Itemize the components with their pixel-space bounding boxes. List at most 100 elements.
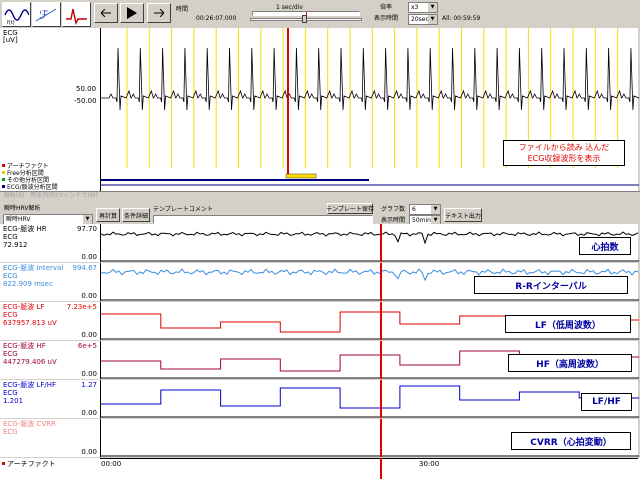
current-time: 00:26:07.000 bbox=[196, 15, 237, 22]
chart-6-label-panel: ECG-脈波 CVRR ECG 0.00 bbox=[0, 419, 100, 457]
trend-graph bbox=[101, 380, 639, 418]
bottom-cursor bbox=[380, 458, 382, 479]
arrow-left-icon bbox=[101, 9, 111, 17]
chart-1-label-panel: ECG-脈波 HR ECG 72.912 97.70 0.00 bbox=[0, 224, 100, 262]
chart-value: 1.201 bbox=[3, 397, 24, 405]
chart-series-line bbox=[101, 385, 639, 409]
chart-annotation: LF（低周波数） bbox=[505, 315, 631, 333]
divider-menu-label: 解析(S) 時系列(R)ウィンドウ(W) bbox=[4, 192, 98, 199]
chart-title: ECG-脈波 HF bbox=[3, 342, 46, 350]
trend-graph bbox=[100, 224, 639, 262]
chart-4-label-panel: ECG-脈波 HF ECG 447279.406 uV 6e+5 0.00 bbox=[0, 341, 100, 379]
ecg-annotation: ファイルから読み 込んだ ECG収録波形を表示 bbox=[503, 140, 625, 166]
chart-source: ECG bbox=[3, 233, 18, 241]
display-time-select[interactable]: 20sec bbox=[408, 14, 438, 25]
play-button[interactable] bbox=[120, 3, 144, 23]
chart-ymin: 0.00 bbox=[81, 370, 97, 378]
graph-count-select[interactable]: 6 bbox=[409, 204, 441, 215]
chart-annotation: HF（高周波数） bbox=[508, 354, 632, 372]
template-save-button[interactable]: テンプレート保存 bbox=[326, 203, 374, 214]
ecg-annotation-line1: ファイルから読み 込んだ bbox=[518, 143, 610, 152]
chart-annotation: R-Rインターバル bbox=[474, 276, 628, 294]
chart-source: ECG bbox=[3, 389, 18, 397]
total-time: All: 00:59:59 bbox=[442, 15, 481, 22]
chart-annotation: LF/HF bbox=[581, 393, 632, 411]
chart-5-label-panel: ECG-脈波 LF/HF ECG 1.201 1.27 0.00 bbox=[0, 380, 100, 418]
time-slider[interactable] bbox=[250, 15, 362, 23]
chart-annotation: CVRR（心拍変動） bbox=[511, 432, 631, 450]
spectrum-icon: ℱ bbox=[35, 8, 57, 22]
svg-text:f(t): f(t) bbox=[7, 20, 15, 25]
chart-source: ECG bbox=[3, 272, 18, 280]
ecg-tick-neg: -50.00 bbox=[74, 97, 97, 105]
analysis-tool-button[interactable] bbox=[62, 2, 91, 27]
chart-2-label-panel: ECG-脈波 Interval ECG 822.909 msec 994.67 0.00 bbox=[0, 263, 100, 301]
chart-title: ECG-脈波 Interval bbox=[3, 264, 64, 272]
chart-ymin: 0.00 bbox=[81, 331, 97, 339]
chart-ymin: 0.00 bbox=[81, 409, 97, 417]
time-axis-mid: 30:00 bbox=[419, 460, 440, 468]
chart-ymax: 6e+5 bbox=[77, 342, 97, 350]
mode-label: 瞬時HRV解析 bbox=[4, 205, 41, 212]
time-axis bbox=[100, 458, 638, 459]
chart-value: 822.909 msec bbox=[3, 280, 53, 288]
chart-value: 72.912 bbox=[3, 241, 28, 249]
chart-series-line bbox=[100, 231, 639, 245]
sine-wave-icon: f(t) bbox=[4, 8, 29, 25]
spectrum-tool-button[interactable]: ℱ bbox=[32, 2, 61, 27]
play-icon bbox=[127, 7, 137, 19]
svg-text:ℱ: ℱ bbox=[39, 8, 49, 22]
display-time-label: 表示時間 bbox=[374, 15, 399, 22]
chart-1-plot[interactable] bbox=[100, 224, 639, 262]
artifact-marker-icon bbox=[2, 462, 5, 465]
time-label: 時間 bbox=[176, 6, 189, 13]
ecg-tick-pos: 50.00 bbox=[76, 85, 97, 93]
text-output-button[interactable]: テキスト出力 bbox=[444, 208, 482, 222]
magnify-select[interactable]: x3 bbox=[408, 2, 438, 13]
bottom-bar bbox=[0, 458, 640, 479]
legend-marker-icon bbox=[2, 164, 5, 167]
legend-marker-icon bbox=[2, 185, 5, 188]
ecg-trace bbox=[101, 47, 640, 111]
ecg-legend-label: ECG/脈波分析区間 bbox=[7, 184, 58, 191]
ecg-unit: [uV] bbox=[3, 36, 18, 44]
chart-ymin: 0.00 bbox=[81, 448, 97, 456]
ecg-legend: アーチファクト Free分析区間 その他分析区間 ECG/脈波分析区間 bbox=[2, 162, 100, 191]
time-axis-start: 00:00 bbox=[101, 460, 122, 468]
pulse-analysis-icon bbox=[66, 8, 87, 25]
ecg-waveform bbox=[101, 28, 640, 186]
magnify-label: 倍率 bbox=[380, 4, 393, 11]
chart-value: 637957.813 uV bbox=[3, 319, 57, 327]
arrow-right-icon bbox=[154, 9, 164, 17]
template-comment-label: テンプレートコメント bbox=[153, 206, 213, 213]
chart-ymax: 97.70 bbox=[76, 225, 97, 233]
chart-5-plot[interactable] bbox=[100, 380, 639, 418]
chart-ymax: 1.27 bbox=[81, 381, 97, 389]
chart-3-label-panel: ECG-脈波 LF ECG 637957.813 uV 7.23e+5 0.00 bbox=[0, 302, 100, 340]
chart-ymax: 7.23e+5 bbox=[66, 303, 97, 311]
chart-source: ECG bbox=[3, 311, 18, 319]
rewind-button[interactable] bbox=[94, 3, 118, 23]
sine-wave-tool-button[interactable]: f(t) bbox=[2, 2, 31, 27]
artifact-legend: アーチファクト bbox=[7, 460, 56, 468]
legend-marker-icon bbox=[2, 178, 5, 181]
chart-title: ECG-脈波 CVRR bbox=[3, 420, 56, 428]
chart-annotation: 心拍数 bbox=[579, 237, 631, 255]
recalc-button[interactable]: 再計算 bbox=[96, 208, 120, 222]
ecg-plot[interactable] bbox=[100, 28, 640, 191]
chart-source: ECG bbox=[3, 428, 18, 436]
graph-count-label: グラフ数 bbox=[381, 206, 406, 213]
chart-title: ECG-脈波 LF/HF bbox=[3, 381, 57, 389]
ecg-legend-item: ECG/脈波分析区間 bbox=[2, 183, 100, 191]
ecg-annotation-line2: ECG収録波形を表示 bbox=[527, 154, 601, 163]
time-slider-thumb[interactable] bbox=[302, 15, 307, 23]
chart-title: ECG-脈波 LF bbox=[3, 303, 45, 311]
conditions-button[interactable]: 条件詳細 bbox=[122, 208, 150, 222]
chart-value: 447279.406 uV bbox=[3, 358, 57, 366]
chart-source: ECG bbox=[3, 350, 18, 358]
forward-button[interactable] bbox=[147, 3, 171, 23]
chart-ymin: 0.00 bbox=[81, 292, 97, 300]
chart-title: ECG-脈波 HR bbox=[3, 225, 47, 233]
template-comment-field[interactable] bbox=[153, 215, 373, 224]
chart-ymin: 0.00 bbox=[81, 253, 97, 261]
